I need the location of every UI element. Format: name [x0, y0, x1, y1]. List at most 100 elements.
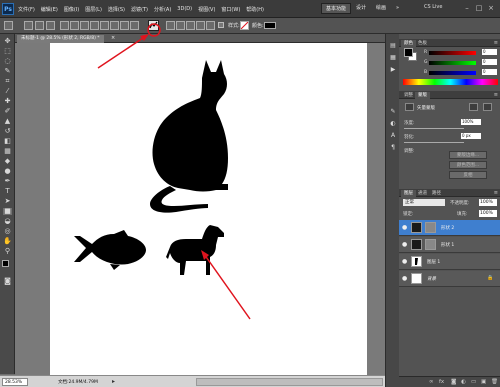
- visibility-eye-icon[interactable]: ●: [402, 224, 407, 231]
- workspace-essentials-button[interactable]: 基本功能: [321, 3, 352, 14]
- link-icon[interactable]: [218, 22, 224, 28]
- fill-field[interactable]: 100%: [479, 210, 497, 217]
- new-layer-icon[interactable]: ▣: [481, 379, 486, 385]
- clone-source-icon[interactable]: ◐: [389, 120, 397, 127]
- freeform-pen-icon[interactable]: [70, 21, 79, 30]
- tab-paths[interactable]: 路径: [429, 190, 444, 197]
- intersect-shape-icon[interactable]: [196, 21, 205, 30]
- tab-swatches[interactable]: 色板: [415, 40, 430, 47]
- exclude-shape-icon[interactable]: [206, 21, 215, 30]
- panel-menu-icon[interactable]: ≡: [494, 40, 498, 46]
- menu-3d[interactable]: 3D(D): [177, 6, 192, 12]
- marquee-tool-icon[interactable]: ⬚: [3, 48, 12, 55]
- layer-name[interactable]: 形状 2: [441, 225, 454, 231]
- menu-window[interactable]: 窗口(W): [221, 6, 240, 13]
- horizontal-scrollbar[interactable]: [196, 378, 383, 386]
- menu-edit[interactable]: 编辑(E): [41, 6, 58, 13]
- close-icon[interactable]: ×: [486, 3, 496, 13]
- trash-icon[interactable]: 🗑: [491, 379, 498, 385]
- crop-tool-icon[interactable]: ⌗: [3, 78, 12, 85]
- layer-name[interactable]: 背景: [427, 276, 436, 282]
- healing-brush-icon[interactable]: ✚: [3, 98, 12, 105]
- restore-icon[interactable]: □: [474, 3, 484, 13]
- tab-color[interactable]: 颜色: [401, 40, 416, 47]
- color-spectrum-bar[interactable]: [403, 79, 498, 85]
- hand-tool-icon[interactable]: ✋: [3, 238, 12, 245]
- channel-g-slider[interactable]: [429, 61, 476, 65]
- opacity-field[interactable]: 100%: [479, 199, 497, 206]
- layer-row-shape-1[interactable]: ● 形状 1: [399, 237, 500, 253]
- move-tool-icon[interactable]: ✥: [3, 38, 12, 45]
- density-slider[interactable]: [404, 128, 464, 129]
- quick-mask-icon[interactable]: ◙: [3, 278, 12, 285]
- mini-bridge-icon[interactable]: ▤: [389, 42, 397, 49]
- fill-pixels-icon[interactable]: [46, 21, 55, 30]
- paths-icon[interactable]: [35, 21, 44, 30]
- minimize-icon[interactable]: –: [462, 3, 472, 13]
- blend-mode-select[interactable]: 正常: [403, 199, 445, 206]
- brush-presets-icon[interactable]: ✎: [389, 108, 397, 115]
- clone-stamp-icon[interactable]: ▲: [3, 118, 12, 125]
- panel-menu-icon[interactable]: ≡: [494, 190, 498, 196]
- fx-icon[interactable]: fx: [439, 379, 444, 385]
- 3d-rotate-icon[interactable]: ◒: [3, 218, 12, 225]
- layer-name[interactable]: 形状 1: [441, 242, 454, 248]
- invert-button[interactable]: 反相: [449, 171, 487, 179]
- folder-icon[interactable]: ▭: [471, 379, 476, 385]
- density-field[interactable]: 100%: [461, 119, 481, 125]
- visibility-eye-icon[interactable]: ●: [402, 258, 407, 265]
- history-icon[interactable]: ▦: [389, 54, 397, 61]
- lasso-tool-icon[interactable]: ◌: [3, 58, 12, 65]
- history-brush-icon[interactable]: ↺: [3, 128, 12, 135]
- workspace-design-button[interactable]: 设计: [352, 3, 370, 14]
- zoom-tool-icon[interactable]: ⚲: [3, 248, 12, 255]
- channel-r-slider[interactable]: [429, 51, 476, 55]
- feather-field[interactable]: 0 px: [461, 133, 481, 139]
- channel-r-field[interactable]: 0: [482, 49, 497, 55]
- channel-b-slider[interactable]: [429, 71, 476, 75]
- brush-tool-icon[interactable]: ✐: [3, 108, 12, 115]
- mask-edge-button[interactable]: 蒙版边缘...: [449, 151, 487, 159]
- foreground-color-swatch[interactable]: [2, 260, 9, 267]
- quick-select-tool-icon[interactable]: ✎: [3, 68, 12, 75]
- adjustment-layer-icon[interactable]: ◐: [461, 379, 466, 385]
- menu-help[interactable]: 帮助(H): [246, 6, 264, 13]
- eraser-tool-icon[interactable]: ◧: [3, 138, 12, 145]
- status-menu-icon[interactable]: ▸: [112, 378, 115, 385]
- tab-layers[interactable]: 图层: [401, 190, 416, 197]
- character-icon[interactable]: A: [389, 132, 397, 139]
- eyedropper-tool-icon[interactable]: ⁄: [3, 88, 12, 95]
- tool-preset-icon[interactable]: [4, 21, 13, 30]
- add-pixel-mask-icon[interactable]: [469, 103, 478, 111]
- color-foreground-swatch[interactable]: [404, 48, 413, 57]
- menu-view[interactable]: 视图(V): [198, 6, 215, 13]
- menu-select[interactable]: 选择(S): [108, 6, 125, 13]
- menu-image[interactable]: 图像(I): [64, 6, 79, 13]
- layer-name[interactable]: 图层 1: [427, 259, 440, 265]
- add-mask-icon[interactable]: ◙: [451, 379, 456, 385]
- tab-adjustments[interactable]: 调整: [401, 92, 416, 99]
- workspace-painting-button[interactable]: 绘画: [372, 3, 390, 14]
- layer-row-background[interactable]: ● 背景 🔒: [399, 271, 500, 287]
- channel-g-field[interactable]: 0: [482, 59, 497, 65]
- layer-row-layer-1[interactable]: ● 图层 1: [399, 254, 500, 270]
- shape-layers-icon[interactable]: [24, 21, 33, 30]
- add-to-shape-icon[interactable]: [176, 21, 185, 30]
- tab-channels[interactable]: 通道: [415, 190, 430, 197]
- link-layers-icon[interactable]: ∞: [429, 379, 434, 385]
- channel-b-field[interactable]: 0: [482, 69, 497, 75]
- color-swatch[interactable]: [264, 22, 276, 29]
- subtract-shape-icon[interactable]: [186, 21, 195, 30]
- layer-row-shape-2[interactable]: ● 形状 2: [399, 220, 500, 236]
- menu-layer[interactable]: 图层(L): [85, 6, 102, 13]
- actions-icon[interactable]: ▶: [389, 66, 397, 73]
- 3d-orbit-icon[interactable]: ◎: [3, 228, 12, 235]
- shape-tool-icon[interactable]: ■: [3, 208, 12, 215]
- rectangle-shape-icon[interactable]: [80, 21, 89, 30]
- feather-slider[interactable]: [404, 142, 464, 143]
- blur-tool-icon[interactable]: ◆: [3, 158, 12, 165]
- add-vector-mask-icon[interactable]: [483, 103, 492, 111]
- zoom-field[interactable]: 28.53%: [2, 378, 28, 386]
- path-select-icon[interactable]: ➤: [3, 198, 12, 205]
- dodge-tool-icon[interactable]: ●: [3, 168, 12, 175]
